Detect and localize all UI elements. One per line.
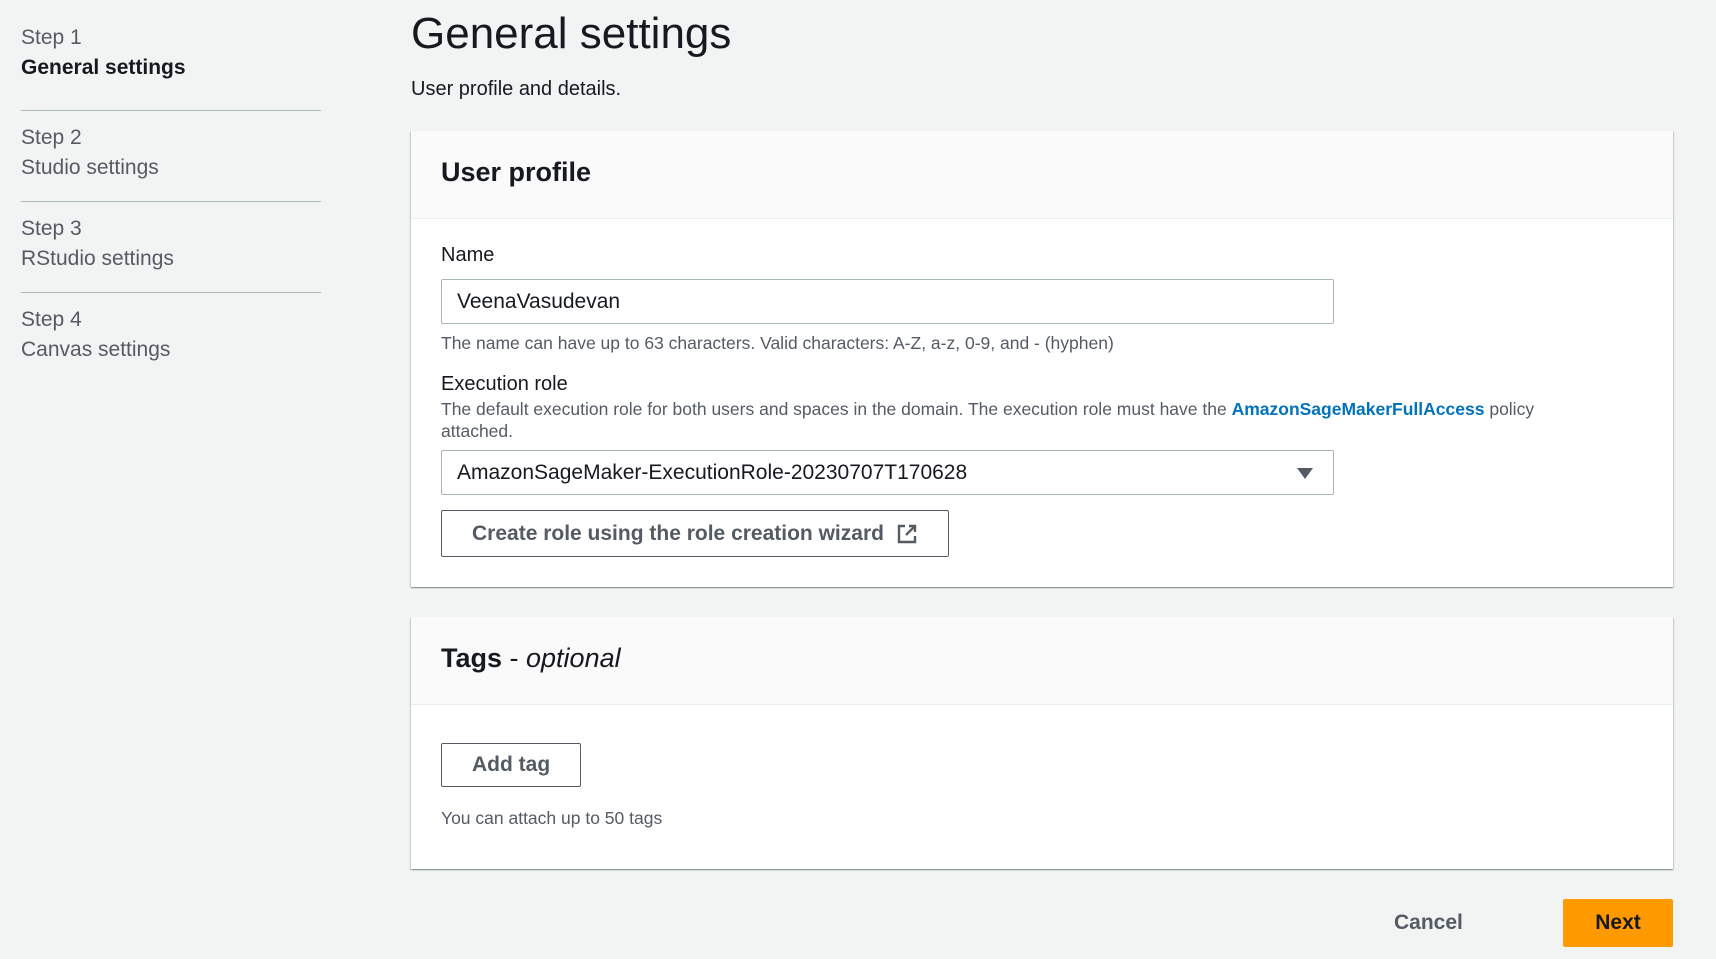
wizard-steps-nav: Step 1 General settings Step 2 Studio se… xyxy=(21,20,321,384)
next-button[interactable]: Next xyxy=(1563,899,1673,947)
caret-down-icon xyxy=(1297,468,1313,479)
tags-hint: You can attach up to 50 tags xyxy=(441,808,663,828)
page-title: General settings xyxy=(411,9,732,58)
step-number: Step 3 xyxy=(21,217,82,240)
name-input[interactable] xyxy=(441,279,1334,324)
step-number: Step 4 xyxy=(21,308,82,331)
main-content: General settings User profile and detail… xyxy=(411,0,1673,869)
step-2[interactable]: Step 2 Studio settings xyxy=(21,111,321,202)
step-title: RStudio settings xyxy=(21,247,174,270)
name-hint: The name can have up to 63 characters. V… xyxy=(441,333,1114,353)
cancel-button[interactable]: Cancel xyxy=(1370,899,1487,947)
name-label: Name xyxy=(441,244,495,266)
execution-role-selected-value: AmazonSageMaker-ExecutionRole-20230707T1… xyxy=(457,461,968,484)
step-number: Step 2 xyxy=(21,126,82,149)
user-profile-header: User profile xyxy=(411,131,1673,219)
user-profile-card: User profile Name The name can have up t… xyxy=(411,131,1673,587)
tags-card: Tags - optional Add tag You can attach u… xyxy=(411,617,1673,869)
footer-actions: Cancel Next xyxy=(1370,899,1673,947)
create-role-wizard-button[interactable]: Create role using the role creation wiza… xyxy=(441,510,949,557)
full-access-policy-link[interactable]: AmazonSageMakerFullAccess xyxy=(1232,399,1485,419)
create-role-wizard-label: Create role using the role creation wiza… xyxy=(472,521,884,545)
step-title: Studio settings xyxy=(21,156,159,179)
step-3[interactable]: Step 3 RStudio settings xyxy=(21,202,321,293)
execution-role-select[interactable]: AmazonSageMaker-ExecutionRole-20230707T1… xyxy=(441,450,1334,495)
tags-header: Tags - optional xyxy=(411,617,1673,705)
tags-body: Add tag You can attach up to 50 tags xyxy=(411,705,1673,859)
step-number: Step 1 xyxy=(21,26,82,49)
step-1[interactable]: Step 1 General settings xyxy=(21,20,321,111)
page-description: User profile and details. xyxy=(411,78,622,100)
add-tag-button[interactable]: Add tag xyxy=(441,743,582,787)
step-title: Canvas settings xyxy=(21,338,171,361)
step-4[interactable]: Step 4 Canvas settings xyxy=(21,293,321,384)
execution-role-label: Execution role xyxy=(441,373,568,395)
tags-header-title: Tags xyxy=(441,643,503,673)
external-link-icon xyxy=(897,524,917,543)
user-profile-body: Name The name can have up to 63 characte… xyxy=(411,219,1673,587)
execution-role-hint: The default execution role for both user… xyxy=(441,398,1581,442)
step-title: General settings xyxy=(21,56,186,79)
tags-header-dash: - xyxy=(502,643,527,673)
execution-role-hint-text: The default execution role for both user… xyxy=(441,399,1232,419)
tags-header-optional: optional xyxy=(526,643,621,673)
